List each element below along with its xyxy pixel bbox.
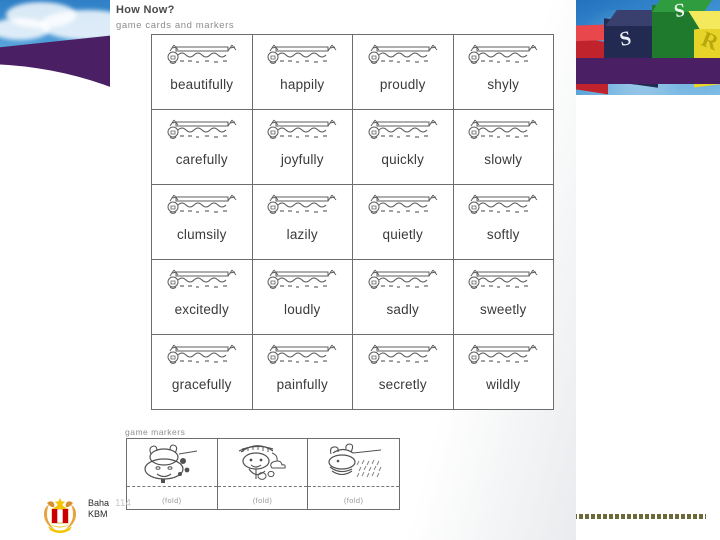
adverb-card-word: excitedly	[174, 302, 229, 317]
spotted-cow-icon	[144, 444, 197, 483]
footer-organisation-text: Baha KBM	[88, 498, 109, 520]
fold-line	[217, 486, 308, 487]
adverb-card-word: clumsily	[176, 227, 227, 242]
adverb-card: beautifully	[152, 35, 253, 110]
adverb-card-grid: beautifully happily proudly shyly carefu…	[151, 34, 554, 410]
adverb-card-word: slowly	[484, 152, 523, 167]
cow-with-hat-icon	[239, 445, 287, 480]
adverb-card: proudly	[353, 35, 454, 110]
adverb-card: happily	[252, 35, 353, 110]
adverb-card-word: loudly	[284, 302, 321, 317]
cow-line-art-icon	[468, 269, 538, 289]
cow-line-art-icon	[167, 194, 237, 214]
fold-label: (fold)	[252, 496, 273, 505]
cow-line-art-icon	[368, 344, 438, 364]
adverb-card-word: beautifully	[170, 77, 234, 92]
adverb-card: quietly	[353, 185, 454, 260]
adverb-card-word: quickly	[381, 152, 425, 167]
adverb-card-word: softly	[486, 227, 520, 242]
cow-line-art-icon	[167, 119, 237, 139]
adverb-card: secretly	[353, 335, 454, 410]
fold-label: (fold)	[162, 496, 182, 505]
game-markers-label: game markers	[125, 427, 186, 437]
worksheet-scan-image: How Now? game cards and markers beautifu…	[110, 0, 576, 540]
game-markers-grid: (fold) (fold) (fold)	[126, 438, 400, 510]
cow-line-art-icon	[468, 44, 538, 64]
adverb-card: clumsily	[152, 185, 253, 260]
cow-line-art-icon	[267, 44, 337, 64]
cow-line-art-icon	[267, 344, 337, 364]
cow-in-rain-icon	[328, 443, 382, 478]
malaysia-coat-of-arms-emblem	[44, 498, 76, 533]
adverb-card-word: wildly	[486, 377, 521, 392]
adverb-card: slowly	[453, 110, 554, 185]
adverb-card: painfully	[252, 335, 353, 410]
cow-line-art-icon	[468, 194, 538, 214]
adverb-card: joyfully	[252, 110, 353, 185]
adverb-card-word: shyly	[487, 77, 520, 92]
adverb-card-word: quietly	[382, 227, 423, 242]
adverb-card-word: lazily	[286, 227, 318, 242]
cow-line-art-icon	[368, 119, 438, 139]
adverb-card: wildly	[453, 335, 554, 410]
adverb-card: softly	[453, 185, 554, 260]
adverb-card-word: joyfully	[280, 152, 324, 167]
adverb-card-word: painfully	[276, 377, 328, 392]
adverb-card: excitedly	[152, 260, 253, 335]
cow-line-art-icon	[267, 269, 337, 289]
adverb-card-word: carefully	[175, 152, 228, 167]
adverb-card-word: sweetly	[480, 302, 527, 317]
game-marker: (fold)	[127, 439, 218, 509]
cow-line-art-icon	[167, 344, 237, 364]
fold-label: (fold)	[343, 496, 364, 505]
purple-bar-right-decoration	[560, 58, 720, 84]
cow-line-art-icon	[368, 44, 438, 64]
cow-line-art-icon	[267, 194, 337, 214]
cow-line-art-icon	[267, 119, 337, 139]
adverb-card-word: sadly	[386, 302, 419, 317]
cow-line-art-icon	[368, 194, 438, 214]
adverb-card: shyly	[453, 35, 554, 110]
cow-line-art-icon	[167, 44, 237, 64]
cow-line-art-icon	[167, 269, 237, 289]
footer-line-1: Baha	[88, 498, 110, 508]
game-marker: (fold)	[217, 439, 309, 509]
adverb-card-word: proudly	[379, 77, 426, 92]
adverb-card: gracefully	[152, 335, 253, 410]
adverb-card-word: happily	[280, 77, 325, 92]
cow-line-art-icon	[368, 269, 438, 289]
adverb-card: lazily	[252, 185, 353, 260]
dotted-rule-decoration	[573, 514, 706, 519]
worksheet-subtitle: game cards and markers	[116, 20, 235, 31]
adverb-card: sadly	[353, 260, 454, 335]
fold-line	[308, 486, 399, 487]
adverb-card: loudly	[252, 260, 353, 335]
fold-line	[127, 486, 217, 487]
worksheet-title: How Now?	[116, 4, 175, 16]
adverb-card: sweetly	[453, 260, 554, 335]
adverb-card: quickly	[353, 110, 454, 185]
cow-line-art-icon	[468, 344, 538, 364]
adverb-card-word: gracefully	[171, 377, 232, 392]
adverb-card-word: secretly	[378, 377, 427, 392]
footer-line-2: KBM	[88, 509, 108, 519]
page-number: 114	[115, 498, 131, 509]
slide-canvas: L S S R How Now? game cards and markers	[0, 0, 720, 540]
adverb-card: carefully	[152, 110, 253, 185]
cow-line-art-icon	[468, 119, 538, 139]
game-marker: (fold)	[308, 439, 399, 509]
